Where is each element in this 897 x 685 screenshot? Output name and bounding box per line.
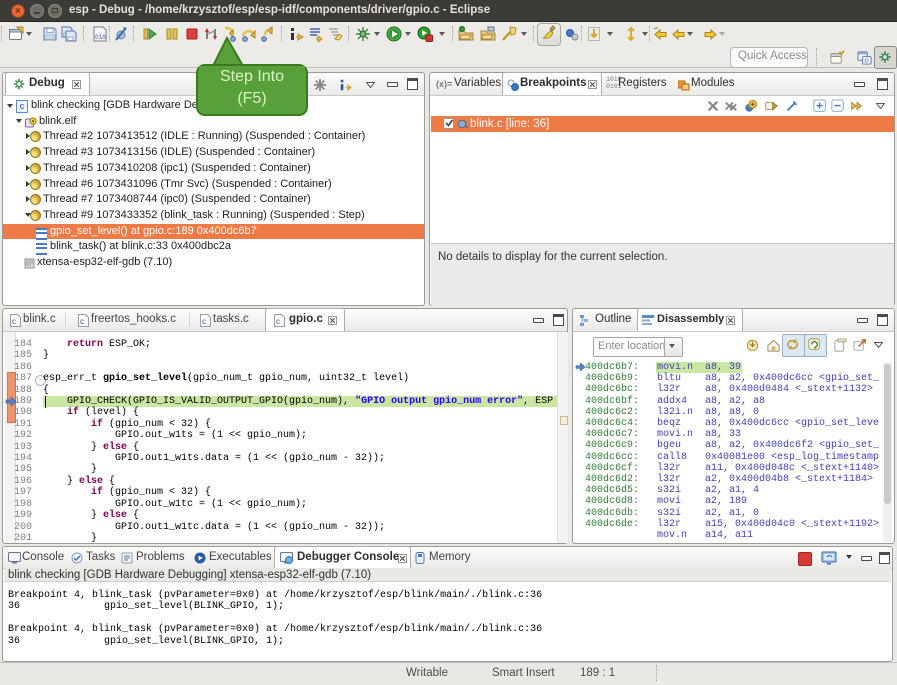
svg-text:010: 010	[95, 34, 106, 41]
svg-text:c: c	[202, 317, 206, 326]
svg-text:c: c	[276, 317, 280, 326]
svg-text:c: c	[80, 317, 84, 326]
svg-text:G: G	[865, 59, 869, 65]
svg-text:c: c	[12, 317, 16, 326]
